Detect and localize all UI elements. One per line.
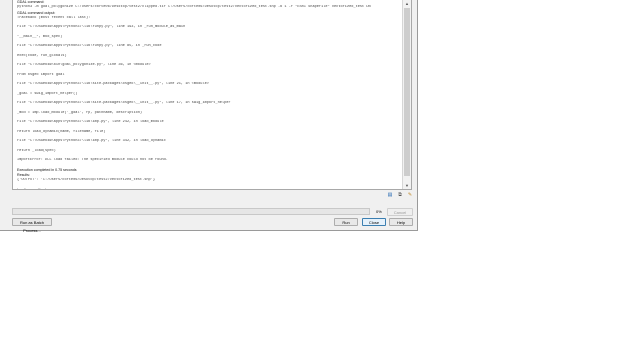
close-button[interactable]: Close xyxy=(362,218,386,226)
progress-row: 0% xyxy=(12,208,384,215)
scroll-up-icon[interactable]: ▲ xyxy=(403,0,411,7)
log-panel[interactable]: GDAL command: python3 -m gdal_polygonize … xyxy=(12,0,412,190)
log-text-area[interactable]: GDAL command: python3 -m gdal_polygonize … xyxy=(15,0,402,189)
progress-label: 0% xyxy=(376,209,382,214)
cancel-button[interactable]: Cancel xyxy=(387,208,413,216)
help-button[interactable]: Help xyxy=(389,218,413,226)
run-button[interactable]: Run xyxy=(334,218,358,226)
copy-log-icon[interactable]: ⧉ xyxy=(397,192,403,198)
scrollbar-thumb[interactable] xyxy=(404,8,410,176)
progress-bar xyxy=(12,208,370,215)
log-line: Loading resulting layers xyxy=(17,188,400,189)
save-log-icon[interactable]: ▤ xyxy=(387,192,393,198)
scroll-down-icon[interactable]: ▼ xyxy=(403,182,411,189)
log-scrollbar[interactable]: ▲ ▼ xyxy=(402,0,411,189)
algorithm-dialog: GDAL command: python3 -m gdal_polygonize … xyxy=(0,0,418,233)
run-batch-process-button[interactable]: Run as Batch Process... xyxy=(12,218,52,233)
clear-log-icon[interactable]: ✎ xyxy=(407,192,413,198)
log-toolbar: ▤ ⧉ ✎ xyxy=(387,192,413,198)
log-line: python3 -m gdal_polygonize C:/Users/cort… xyxy=(17,5,371,10)
